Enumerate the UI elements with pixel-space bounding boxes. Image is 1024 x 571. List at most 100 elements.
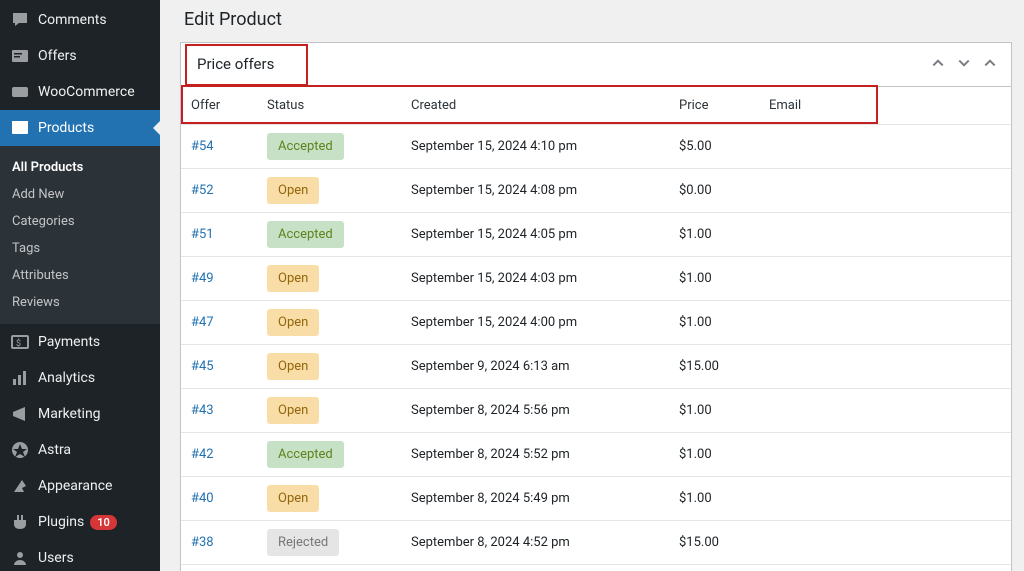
email-cell [759,315,1011,331]
price-cell: $5.00 [669,131,759,162]
users-icon [10,548,30,568]
sidebar-item-woocommerce[interactable]: WooCommerce [0,74,160,110]
email-cell [759,271,1011,287]
created-cell: September 15, 2024 4:08 pm [401,175,669,206]
email-cell [759,491,1011,507]
price-cell: $1.00 [669,439,759,470]
email-cell [759,183,1011,199]
sidebar-item-comments[interactable]: Comments [0,2,160,38]
sidebar-item-users[interactable]: Users [0,540,160,571]
sidebar-item-plugins[interactable]: Plugins 10 [0,504,160,540]
page-title: Edit Product [180,0,1024,42]
panel-toggle-icon[interactable] [981,54,999,76]
plugins-icon [10,512,30,532]
offer-link[interactable]: #54 [191,139,214,154]
sidebar-item-label: Offers [38,48,77,64]
price-cell: $1.00 [669,263,759,294]
offer-link[interactable]: #51 [191,227,214,242]
sidebar-item-payments[interactable]: $ Payments [0,324,160,360]
status-badge: Rejected [267,529,339,556]
created-cell: September 8, 2024 5:49 pm [401,483,669,514]
created-cell: September 15, 2024 4:05 pm [401,219,669,250]
submenu-item-categories[interactable]: Categories [0,208,160,235]
email-cell [759,447,1011,463]
sidebar-item-marketing[interactable]: Marketing [0,396,160,432]
submenu-item-tags[interactable]: Tags [0,235,160,262]
sidebar-item-astra[interactable]: Astra [0,432,160,468]
email-cell [759,139,1011,155]
col-created: Created [401,88,669,123]
table-row: #47OpenSeptember 15, 2024 4:00 pm$1.00 [181,301,1011,345]
col-email: Email [759,88,1011,123]
table-row: #54 Accepted September 15, 2024 4:10 pm$5.… [181,125,1011,169]
submenu-item-attributes[interactable]: Attributes [0,262,160,289]
price-cell: $1.00 [669,483,759,514]
offer-link[interactable]: #52 [191,183,214,198]
admin-sidebar: Comments Offers WooCommerce Products All Pro… [0,0,160,571]
marketing-icon [10,404,30,424]
sidebar-item-products[interactable]: Products [0,110,160,146]
submenu-item-all-products[interactable]: All Products [0,154,160,181]
comment-icon [10,10,30,30]
table-row: #51 Accepted September 15, 2024 4:05 pm$1.… [181,213,1011,257]
panel-actions [929,54,999,76]
status-badge: Open [267,265,319,292]
created-cell: September 9, 2024 6:13 am [401,351,669,382]
offer-link[interactable]: #47 [191,315,214,330]
sidebar-item-label: Analytics [38,370,95,386]
panel-up-icon[interactable] [929,54,947,76]
col-status: Status [257,88,401,123]
status-badge: Accepted [267,133,344,160]
offer-link[interactable]: #49 [191,271,214,286]
sidebar-item-label: Plugins [38,514,84,530]
status-badge: Accepted [267,221,344,248]
col-offer: Offer [181,88,257,123]
sidebar-item-label: Users [38,550,74,566]
offer-link[interactable]: #38 [191,535,214,550]
table-header-row: Offer Status Created Price Email [181,87,1011,125]
status-badge: Accepted [267,441,344,468]
status-badge: Open [267,177,319,204]
submenu-item-add-new[interactable]: Add New [0,181,160,208]
price-cell: $15.00 [669,527,759,558]
price-offers-panel: Price offers Offer Status [180,42,1012,571]
offer-link[interactable]: #40 [191,491,214,506]
created-cell: September 8, 2024 5:56 pm [401,395,669,426]
price-cell: $1.00 [669,219,759,250]
offer-icon [10,46,30,66]
status-badge: Open [267,353,319,380]
price-cell: $15.00 [669,351,759,382]
astra-icon [10,440,30,460]
sidebar-item-analytics[interactable]: Analytics [0,360,160,396]
table-row: #45 Open September 9, 2024 6:13 am$15.00 [181,345,1011,389]
offer-link[interactable]: #43 [191,403,214,418]
status-badge: Open [267,485,319,512]
sidebar-item-label: WooCommerce [38,84,135,100]
sidebar-item-label: Marketing [38,406,101,422]
submenu-item-reviews[interactable]: Reviews [0,289,160,316]
sidebar-item-label: Products [38,120,94,136]
col-price: Price [669,88,759,123]
update-badge: 10 [90,515,117,530]
sidebar-item-appearance[interactable]: Appearance [0,468,160,504]
offer-link[interactable]: #45 [191,359,214,374]
offer-link[interactable]: #42 [191,447,214,462]
sidebar-item-label: Comments [38,12,107,28]
sidebar-item-label: Payments [38,334,100,350]
appearance-icon [10,476,30,496]
table-row: #49OpenSeptember 15, 2024 4:03 pm$1.00 [181,257,1011,301]
analytics-icon [10,368,30,388]
table-row: #42AcceptedSeptember 8, 2024 5:52 pm$1.0… [181,433,1011,477]
svg-text:$: $ [16,338,21,349]
table-row: #40 Open September 8, 2024 5:49 pm$1.00 [181,477,1011,521]
products-submenu: All ProductsAdd NewCategoriesTagsAttribu… [0,146,160,324]
sidebar-item-offers[interactable]: Offers [0,38,160,74]
panel-down-icon[interactable] [955,54,973,76]
main-content: Edit Product Price offers [160,0,1024,571]
price-cell: $0.00 [669,175,759,206]
price-cell: $1.00 [669,307,759,338]
panel-title-highlight: Price offers [185,44,308,86]
panel-title: Price offers [197,55,274,73]
created-cell: September 15, 2024 4:10 pm [401,131,669,162]
email-cell [759,227,1011,243]
